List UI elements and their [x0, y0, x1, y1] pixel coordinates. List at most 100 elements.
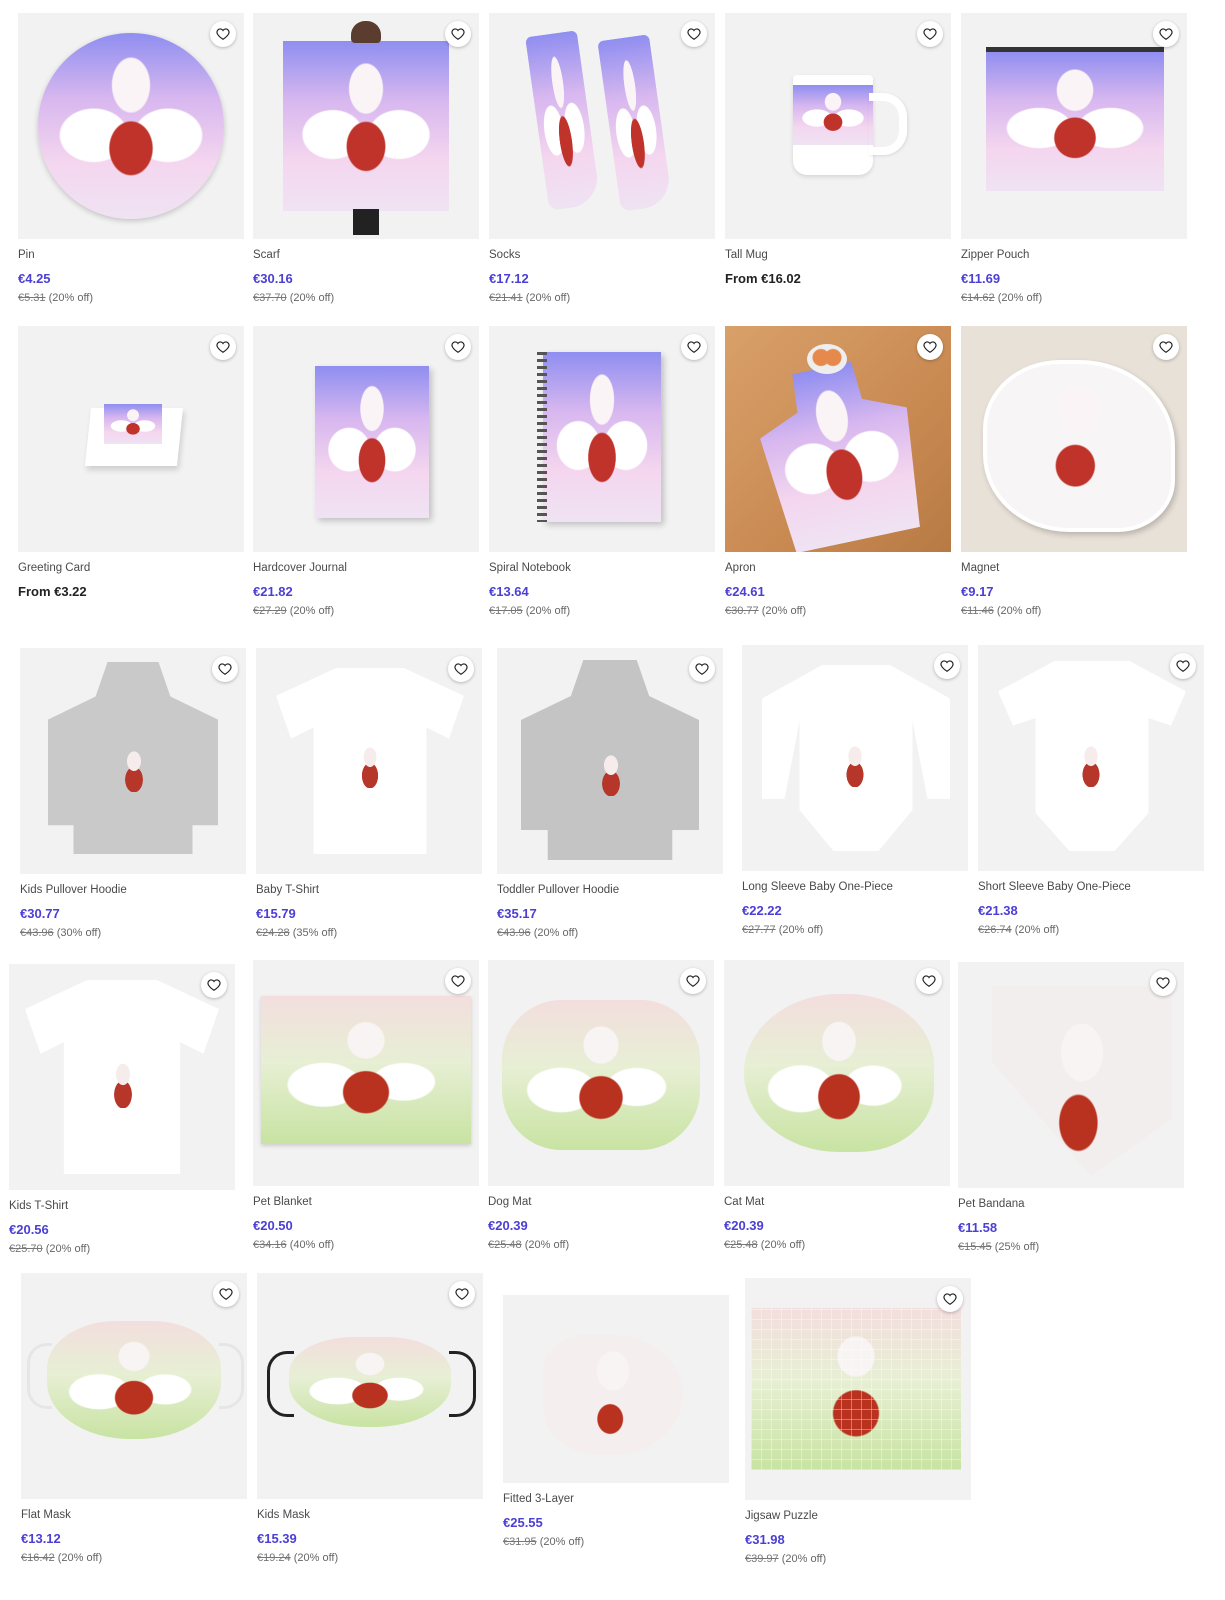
product-card-kids-t-shirt[interactable]: Kids T-Shirt €20.56 €25.70 (20% off) [9, 964, 235, 1257]
product-image[interactable] [503, 1295, 729, 1483]
favorite-heart-icon[interactable] [934, 653, 960, 679]
favorite-heart-icon[interactable] [449, 1281, 475, 1307]
favorite-heart-icon[interactable] [445, 968, 471, 994]
product-title[interactable]: Greeting Card [18, 562, 244, 576]
product-card-pin[interactable]: Pin €4.25 €5.31 (20% off) [18, 13, 244, 306]
product-image[interactable] [253, 13, 479, 239]
product-card-magnet[interactable]: Magnet €9.17 €11.46 (20% off) [961, 326, 1187, 619]
product-image[interactable] [489, 326, 715, 552]
favorite-heart-icon[interactable] [917, 21, 943, 47]
product-image[interactable] [978, 645, 1204, 871]
product-title[interactable]: Kids T-Shirt [9, 1200, 235, 1214]
product-card-zipper-pouch[interactable]: Zipper Pouch €11.69 €14.62 (20% off) [961, 13, 1187, 306]
product-title[interactable]: Pin [18, 249, 244, 263]
product-image[interactable] [961, 13, 1187, 239]
product-image[interactable] [725, 13, 951, 239]
product-image[interactable] [18, 326, 244, 552]
product-card-socks[interactable]: Socks €17.12 €21.41 (20% off) [489, 13, 715, 306]
product-title[interactable]: Kids Mask [257, 1509, 483, 1523]
bandana-artwork [992, 986, 1172, 1176]
product-title[interactable]: Kids Pullover Hoodie [20, 884, 246, 898]
product-image[interactable] [497, 648, 723, 874]
product-image[interactable] [724, 960, 950, 1186]
product-title[interactable]: Spiral Notebook [489, 562, 715, 576]
product-card-pet-bandana[interactable]: Pet Bandana €11.58 €15.45 (25% off) [958, 962, 1184, 1255]
favorite-heart-icon[interactable] [201, 972, 227, 998]
favorite-heart-icon[interactable] [681, 21, 707, 47]
product-card-cat-mat[interactable]: Cat Mat €20.39 €25.48 (20% off) [724, 960, 950, 1253]
product-title[interactable]: Dog Mat [488, 1196, 714, 1210]
product-title[interactable]: Zipper Pouch [961, 249, 1187, 263]
product-card-greeting-card[interactable]: Greeting Card From €3.22 [18, 326, 244, 619]
product-title[interactable]: Apron [725, 562, 951, 576]
product-title[interactable]: Scarf [253, 249, 479, 263]
product-original-price: €15.45 (25% off) [958, 1241, 1040, 1253]
product-card-long-sleeve-baby-one-piece[interactable]: Long Sleeve Baby One-Piece €22.22 €27.77… [742, 645, 968, 938]
product-card-kids-mask[interactable]: Kids Mask €15.39 €19.24 (20% off) [257, 1273, 483, 1566]
favorite-heart-icon[interactable] [1150, 970, 1176, 996]
product-card-fitted-3-layer[interactable]: Fitted 3-Layer €25.55 €31.95 (20% off) [503, 1295, 729, 1550]
product-title[interactable]: Baby T-Shirt [256, 884, 482, 898]
product-image[interactable] [725, 326, 951, 552]
favorite-heart-icon[interactable] [681, 334, 707, 360]
product-original-price: €5.31 (20% off) [18, 292, 94, 304]
product-image[interactable] [745, 1278, 971, 1500]
product-title[interactable]: Socks [489, 249, 715, 263]
favorite-heart-icon[interactable] [1153, 21, 1179, 47]
product-title[interactable]: Hardcover Journal [253, 562, 479, 576]
favorite-heart-icon[interactable] [1170, 653, 1196, 679]
product-image[interactable] [488, 960, 714, 1186]
favorite-heart-icon[interactable] [445, 334, 471, 360]
favorite-heart-icon[interactable] [689, 656, 715, 682]
product-title[interactable]: Flat Mask [21, 1509, 247, 1523]
product-image[interactable] [9, 964, 235, 1190]
favorite-heart-icon[interactable] [1153, 334, 1179, 360]
product-title[interactable]: Toddler Pullover Hoodie [497, 884, 723, 898]
product-image[interactable] [257, 1273, 483, 1499]
product-card-apron[interactable]: Apron €24.61 €30.77 (20% off) [725, 326, 951, 619]
favorite-heart-icon[interactable] [210, 334, 236, 360]
product-title[interactable]: Pet Blanket [253, 1196, 479, 1210]
product-title[interactable]: Jigsaw Puzzle [745, 1510, 971, 1524]
product-image[interactable] [21, 1273, 247, 1499]
product-card-flat-mask[interactable]: Flat Mask €13.12 €16.42 (20% off) [21, 1273, 247, 1566]
product-title[interactable]: Tall Mug [725, 249, 951, 263]
favorite-heart-icon[interactable] [937, 1286, 963, 1312]
product-image[interactable] [253, 326, 479, 552]
product-card-pet-blanket[interactable]: Pet Blanket €20.50 €34.16 (40% off) [253, 960, 479, 1253]
product-card-scarf[interactable]: Scarf €30.16 €37.70 (20% off) [253, 13, 479, 306]
product-title[interactable]: Magnet [961, 562, 1187, 576]
product-card-dog-mat[interactable]: Dog Mat €20.39 €25.48 (20% off) [488, 960, 714, 1253]
product-title[interactable]: Short Sleeve Baby One-Piece [978, 881, 1204, 895]
product-card-kids-pullover-hoodie[interactable]: Kids Pullover Hoodie €30.77 €43.96 (30% … [20, 648, 246, 941]
product-card-spiral-notebook[interactable]: Spiral Notebook €13.64 €17.05 (20% off) [489, 326, 715, 619]
favorite-heart-icon[interactable] [445, 21, 471, 47]
product-image[interactable] [742, 645, 968, 871]
product-card-toddler-pullover-hoodie[interactable]: Toddler Pullover Hoodie €35.17 €43.96 (2… [497, 648, 723, 941]
product-card-jigsaw-puzzle[interactable]: Jigsaw Puzzle €31.98 €39.97 (20% off) [745, 1278, 971, 1567]
favorite-heart-icon[interactable] [212, 656, 238, 682]
product-image[interactable] [253, 960, 479, 1186]
product-image[interactable] [18, 13, 244, 239]
product-card-baby-t-shirt[interactable]: Baby T-Shirt €15.79 €24.28 (35% off) [256, 648, 482, 941]
product-title[interactable]: Long Sleeve Baby One-Piece [742, 881, 968, 895]
favorite-heart-icon[interactable] [210, 21, 236, 47]
product-image[interactable] [256, 648, 482, 874]
product-image[interactable] [958, 962, 1184, 1188]
product-image[interactable] [961, 326, 1187, 552]
favorite-heart-icon[interactable] [680, 968, 706, 994]
pouch-artwork [986, 51, 1164, 191]
product-card-short-sleeve-baby-one-piece[interactable]: Short Sleeve Baby One-Piece €21.38 €26.7… [978, 645, 1204, 938]
product-title[interactable]: Cat Mat [724, 1196, 950, 1210]
product-card-hardcover-journal[interactable]: Hardcover Journal €21.82 €27.29 (20% off… [253, 326, 479, 619]
product-image[interactable] [489, 13, 715, 239]
product-card-tall-mug[interactable]: Tall Mug From €16.02 [725, 13, 951, 306]
favorite-heart-icon[interactable] [917, 334, 943, 360]
hoodie-print [112, 748, 156, 792]
favorite-heart-icon[interactable] [916, 968, 942, 994]
product-title[interactable]: Pet Bandana [958, 1198, 1184, 1212]
product-image[interactable] [20, 648, 246, 874]
favorite-heart-icon[interactable] [213, 1281, 239, 1307]
favorite-heart-icon[interactable] [448, 656, 474, 682]
product-title[interactable]: Fitted 3-Layer [503, 1493, 729, 1507]
